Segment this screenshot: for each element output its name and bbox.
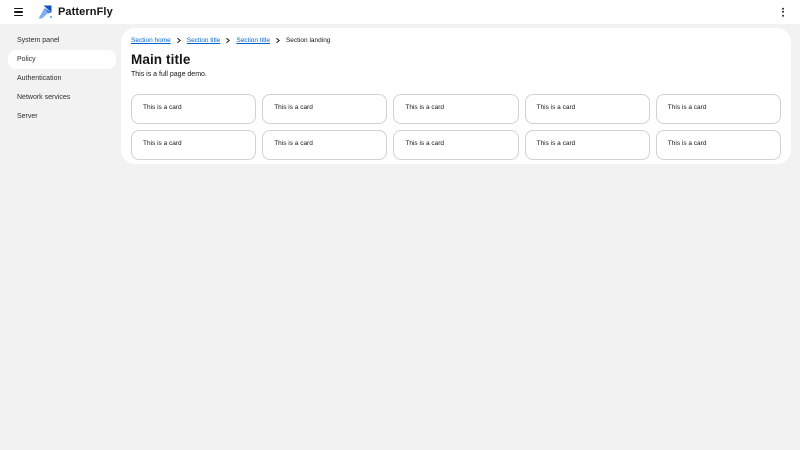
chevron-right-icon [226, 37, 231, 43]
app-body: System panel Policy Authentication Netwo… [0, 24, 800, 450]
content-panel: Section home Section title Section title… [121, 28, 791, 164]
card: This is a card [262, 130, 388, 160]
patternfly-logo-icon [37, 4, 53, 20]
breadcrumb: Section home Section title Section title… [131, 36, 781, 44]
card: This is a card [262, 94, 388, 124]
brand-name: PatternFly [58, 6, 113, 18]
card: This is a card [524, 130, 650, 160]
sidebar-item-network-services[interactable]: Network services [8, 88, 116, 107]
page-title: Main title [131, 52, 191, 67]
kebab-menu-icon[interactable] [780, 6, 786, 19]
card: This is a card [393, 130, 519, 160]
masthead: PatternFly [0, 0, 800, 24]
chevron-right-icon [177, 37, 181, 43]
sidebar-item-server[interactable]: Server [8, 107, 116, 126]
breadcrumb-link-section-title-1[interactable]: Section title [187, 37, 221, 44]
sidebar: System panel Policy Authentication Netwo… [0, 24, 121, 126]
card: This is a card [393, 94, 519, 124]
page-subtitle: This is a full page demo. [131, 71, 207, 78]
card: This is a card [524, 94, 650, 124]
hamburger-icon[interactable] [12, 6, 25, 18]
breadcrumb-link-section-home[interactable]: Section home [131, 37, 171, 44]
breadcrumb-current-section-landing: Section landing [285, 36, 331, 44]
card-grid: This is a card This is a card This is a … [131, 94, 781, 160]
brand: PatternFly [37, 4, 113, 20]
card: This is a card [655, 130, 781, 160]
card: This is a card [131, 130, 257, 160]
card: This is a card [655, 94, 781, 124]
chevron-right-icon [276, 37, 280, 43]
sidebar-item-policy[interactable]: Policy [8, 50, 116, 69]
sidebar-item-authentication[interactable]: Authentication [8, 69, 116, 88]
breadcrumb-link-section-title-2[interactable]: Section title [236, 37, 270, 44]
sidebar-item-system-panel[interactable]: System panel [8, 31, 116, 50]
card: This is a card [131, 94, 257, 124]
